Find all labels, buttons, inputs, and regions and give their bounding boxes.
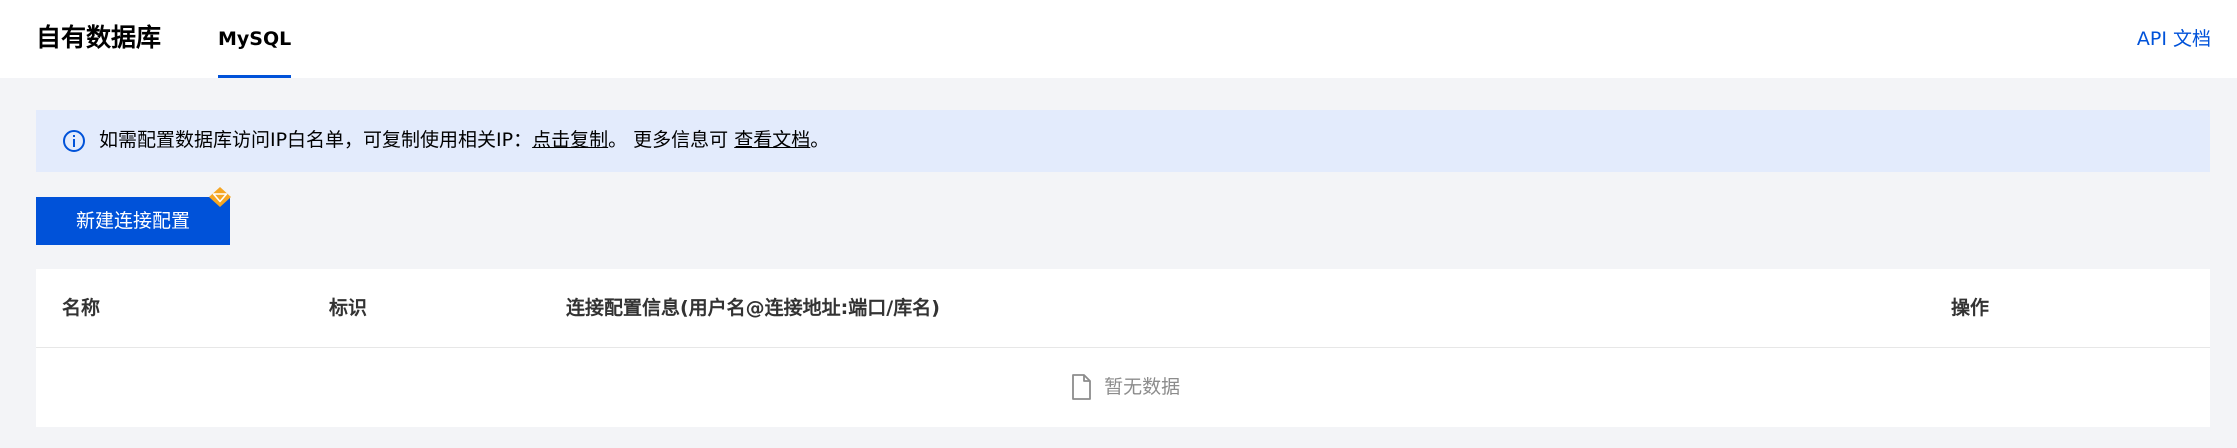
view-docs-link[interactable]: 查看文档 (734, 129, 810, 151)
notice-text-after: 。 (810, 129, 830, 151)
info-icon (63, 130, 85, 152)
empty-state-content: 暂无数据 (1071, 373, 1180, 401)
file-icon (1072, 374, 1091, 400)
tab-mysql-label: MySQL (218, 28, 292, 50)
connection-table: 名称 标识 连接配置信息(用户名@连接地址:端口/库名) 操作 暂无数据 (36, 269, 2210, 427)
tab-active-indicator (218, 75, 292, 78)
column-header-identifier: 标识 (329, 297, 368, 319)
column-header-connection-info: 连接配置信息(用户名@连接地址:端口/库名) (566, 297, 940, 319)
create-connection-button[interactable]: 新建连接配置 (36, 197, 230, 245)
column-header-actions: 操作 (1951, 297, 1990, 319)
api-doc-link[interactable]: API 文档 (2137, 25, 2211, 53)
notice-text-before: 如需配置数据库访问IP白名单，可复制使用相关IP： (99, 129, 533, 151)
page-header: 自有数据库 MySQL API 文档 (0, 0, 2237, 78)
notice-message: 如需配置数据库访问IP白名单，可复制使用相关IP：点击复制。 更多信息可 查看文… (99, 126, 829, 154)
copy-ip-link[interactable]: 点击复制 (532, 129, 608, 151)
column-header-name: 名称 (62, 297, 101, 319)
vip-diamond-icon (209, 187, 231, 207)
info-notice: 如需配置数据库访问IP白名单，可复制使用相关IP：点击复制。 更多信息可 查看文… (36, 110, 2210, 172)
table-header: 名称 标识 连接配置信息(用户名@连接地址:端口/库名) 操作 (36, 269, 2210, 348)
notice-text-middle: 。 更多信息可 (608, 129, 735, 151)
page-title: 自有数据库 (36, 23, 162, 52)
tab-mysql[interactable]: MySQL (218, 0, 292, 78)
empty-state-text: 暂无数据 (1104, 376, 1181, 398)
table-empty-state: 暂无数据 (36, 348, 2210, 427)
